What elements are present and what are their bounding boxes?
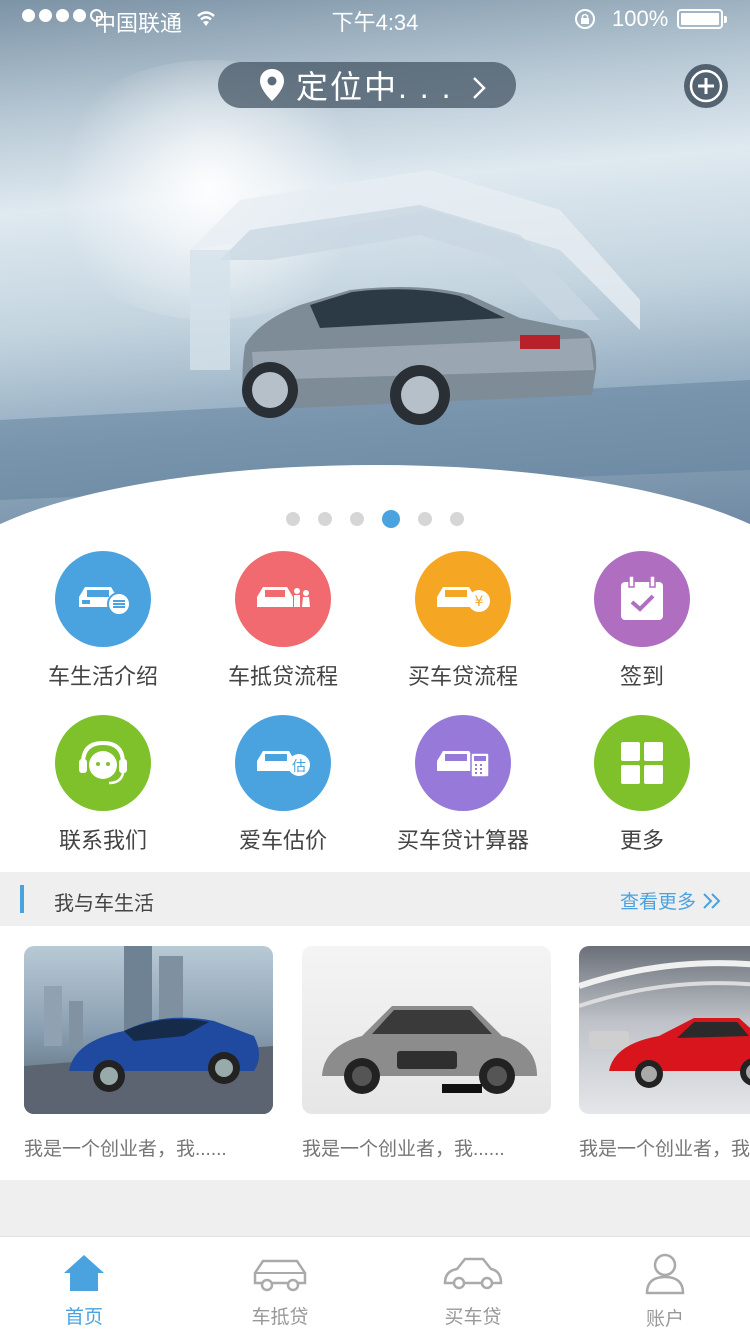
battery-percentage: 100% [612, 6, 669, 31]
section-header: 我与车生活 查看更多 [0, 872, 750, 926]
tab-bar: 首页 车抵贷 买车贷 账户 [0, 1236, 750, 1334]
car-yuan-icon: ¥ [415, 551, 511, 647]
car-estimate-icon: 估 [235, 715, 331, 811]
service-label: 签到 [619, 664, 664, 689]
service-label: 联系我们 [58, 828, 147, 853]
pager-dot[interactable] [318, 512, 332, 526]
tab-car-loan[interactable]: 买车贷 [413, 1253, 533, 1329]
add-button[interactable] [684, 64, 728, 108]
service-label: 车抵贷流程 [227, 664, 338, 689]
tab-label: 账户 [645, 1309, 684, 1330]
headset-icon [55, 715, 151, 811]
section-title: 我与车生活 [54, 893, 154, 915]
service-more[interactable]: 更多 [548, 715, 736, 855]
chevron-right-icon [472, 72, 486, 109]
home-icon [64, 1255, 104, 1291]
location-selector[interactable]: 定位中. . . [218, 62, 516, 108]
story-card[interactable]: 我是一个创业者，我...... [579, 946, 750, 1161]
card-caption: 我是一个创业者，我...... [579, 1139, 750, 1160]
tab-label: 首页 [64, 1307, 103, 1328]
battery-icon [677, 9, 727, 29]
carousel-pager[interactable] [0, 510, 750, 528]
service-car-loan-process[interactable]: ¥ 买车贷流程 [369, 551, 557, 691]
plus-circle-icon [689, 69, 723, 103]
view-more-label: 查看更多 [619, 892, 696, 913]
service-car-life-intro[interactable]: 车生活介绍 [9, 551, 197, 691]
service-label: 更多 [619, 828, 664, 853]
service-car-valuation[interactable]: 估 爱车估价 [189, 715, 377, 855]
story-cards[interactable]: 我是一个创业者，我...... 我是一个创业者，我...... 我是一个创业者，… [0, 926, 750, 1180]
location-label: 定位中. . . [296, 69, 453, 105]
grid-icon [594, 715, 690, 811]
car-list-icon [55, 551, 151, 647]
card-caption: 我是一个创业者，我...... [24, 1139, 227, 1160]
service-label: 车生活介绍 [47, 664, 158, 689]
tab-account[interactable]: 账户 [605, 1253, 725, 1331]
service-check-in[interactable]: 签到 [548, 551, 736, 691]
card-caption: 我是一个创业者，我...... [302, 1139, 505, 1160]
service-contact-us[interactable]: 联系我们 [9, 715, 197, 855]
rotation-lock-icon [574, 8, 596, 36]
story-card[interactable]: 我是一个创业者，我...... [24, 946, 273, 1161]
status-bar: 中国联通 下午4:34 100% [0, 0, 750, 40]
service-label: 买车贷流程 [407, 664, 518, 689]
location-pin-icon [260, 69, 284, 101]
tab-label: 车抵贷 [251, 1307, 309, 1328]
tab-label: 买车贷 [444, 1307, 502, 1328]
story-card[interactable]: 我是一个创业者，我...... [302, 946, 551, 1161]
double-chevron-right-icon [703, 892, 721, 909]
pager-dot[interactable] [418, 512, 432, 526]
tab-home[interactable]: 首页 [24, 1253, 144, 1329]
car-calculator-icon [415, 715, 511, 811]
card-image-silver-roadster [302, 946, 551, 1114]
pager-dot[interactable] [286, 512, 300, 526]
calendar-check-icon [594, 551, 690, 647]
section-accent-bar [20, 885, 24, 913]
service-grid: 车生活介绍 车抵贷流程 ¥ 买车贷流程 签到 联系我们 估 爱车估价 买车贷计算… [0, 545, 750, 872]
user-icon [645, 1253, 685, 1295]
service-mortgage-process[interactable]: 车抵贷流程 [189, 551, 377, 691]
car-icon [253, 1259, 307, 1292]
pager-dot[interactable] [450, 512, 464, 526]
service-loan-calculator[interactable]: 买车贷计算器 [369, 715, 557, 855]
view-more-link[interactable]: 查看更多 [620, 887, 722, 914]
card-image-blue-sports-car [24, 946, 273, 1114]
svg-text:估: 估 [292, 759, 306, 775]
pager-dot[interactable] [382, 510, 400, 528]
tab-car-mortgage[interactable]: 车抵贷 [220, 1253, 340, 1329]
car-outline-icon [443, 1257, 503, 1290]
service-label: 爱车估价 [238, 828, 327, 853]
svg-text:¥: ¥ [475, 594, 484, 610]
car-people-icon [235, 551, 331, 647]
pager-dot[interactable] [350, 512, 364, 526]
service-label: 买车贷计算器 [396, 828, 529, 853]
card-image-red-audi [579, 946, 750, 1114]
